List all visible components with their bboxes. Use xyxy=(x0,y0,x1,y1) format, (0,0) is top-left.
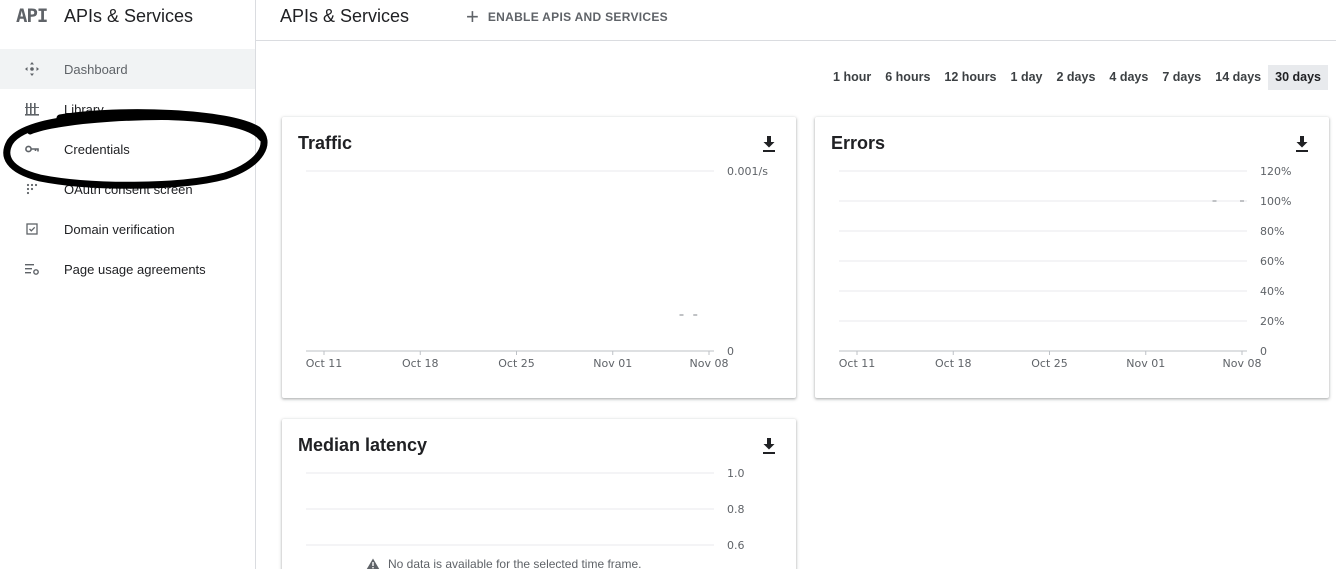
errors-title: Errors xyxy=(831,133,886,153)
latency-title: Median latency xyxy=(298,435,428,455)
api-logo: API xyxy=(16,5,48,27)
sidebar-item-credentials[interactable]: Credentials xyxy=(0,129,255,169)
errors-chart: 120%100%80%60%40%20%0Oct 11 Oct 18 Oct 25 N… xyxy=(839,165,1292,370)
download-icon[interactable] xyxy=(762,135,776,153)
enable-apis-label: ENABLE APIS AND SERVICES xyxy=(487,10,668,24)
y-tick-label: 0.001/s xyxy=(727,165,768,178)
sidebar-item-label: Dashboard xyxy=(64,62,128,77)
sidebar-item-domain-verification[interactable]: Domain verification xyxy=(0,209,255,249)
range-30-days[interactable]: 30 days xyxy=(1268,65,1328,90)
sidebar-item-label: Domain verification xyxy=(64,222,175,237)
page-title: APIs & Services xyxy=(280,6,410,26)
consent-icon xyxy=(26,183,38,195)
brand: API APIs & Services xyxy=(0,0,256,40)
header: APIs & Services + ENABLE APIS AND SERVIC… xyxy=(256,0,1336,41)
y-tick-label: 1.0 xyxy=(727,467,745,480)
sidebar-item-page-usage-agreements[interactable]: Page usage agreements xyxy=(0,249,255,289)
download-icon[interactable] xyxy=(762,437,776,455)
y-tick-label: 80% xyxy=(1260,225,1284,238)
traffic-chart: 0.001/s0Oct 11 Oct 18 Oct 25 Nov 01 Nov 08 xyxy=(306,165,768,370)
sidebar-item-dashboard[interactable]: Dashboard xyxy=(0,49,255,89)
checkbox-icon xyxy=(26,223,38,235)
latency-card: 1.0 0.8 0.6 Median latency No data is avai… xyxy=(282,419,796,569)
x-tick-label: Oct 25 xyxy=(1031,357,1068,370)
library-icon xyxy=(25,103,39,116)
no-data-message: No data is available for the selected ti… xyxy=(366,557,641,569)
y-tick-label: 0.8 xyxy=(727,503,745,516)
range-6-hours[interactable]: 6 hours xyxy=(878,65,937,90)
y-tick-label: 20% xyxy=(1260,315,1284,328)
x-tick-label: Oct 18 xyxy=(402,357,439,370)
x-tick-label: Oct 18 xyxy=(935,357,972,370)
sidebar-item-oauth-consent[interactable]: OAuth consent screen xyxy=(0,169,255,209)
no-data-text: No data is available for the selected ti… xyxy=(388,557,642,569)
x-tick-label: Nov 08 xyxy=(690,357,729,370)
range-4-days[interactable]: 4 days xyxy=(1102,65,1155,90)
x-tick-label: Nov 01 xyxy=(1126,357,1165,370)
errors-card: 120% 100% 80% 60% 40% 20% 0 Oct 11 Oct 18 Oct 25 N… xyxy=(815,117,1329,398)
range-7-days[interactable]: 7 days xyxy=(1155,65,1208,90)
sidebar-nav: Dashboard Library Credentials OAuth cons… xyxy=(0,49,255,289)
y-tick-label: 100% xyxy=(1260,195,1291,208)
product-title: APIs & Services xyxy=(64,6,194,26)
traffic-title: Traffic xyxy=(298,133,353,153)
x-tick-label: Oct 11 xyxy=(306,357,343,370)
y-tick-label: 120% xyxy=(1260,165,1291,178)
key-icon xyxy=(25,145,39,153)
x-tick-label: Nov 08 xyxy=(1223,357,1262,370)
x-tick-label: Oct 11 xyxy=(839,357,876,370)
x-tick-label: Nov 01 xyxy=(593,357,632,370)
range-14-days[interactable]: 14 days xyxy=(1208,65,1268,90)
sidebar-item-label: Library xyxy=(64,102,104,117)
sidebar-item-label: Page usage agreements xyxy=(64,262,206,277)
range-1-hour[interactable]: 1 hour xyxy=(826,65,878,90)
download-icon[interactable] xyxy=(1295,135,1309,153)
sidebar-item-library[interactable]: Library xyxy=(0,89,255,129)
y-tick-label: 40% xyxy=(1260,285,1284,298)
sidebar: API APIs & Services Dashboard Library Cr… xyxy=(0,0,256,569)
x-tick-label: Oct 25 xyxy=(498,357,535,370)
dashboard-icon xyxy=(25,62,39,76)
enable-apis-button[interactable]: + ENABLE APIS AND SERVICES xyxy=(466,4,668,30)
settings-list-icon xyxy=(25,264,39,275)
time-range-selector: 1 hour 6 hours 12 hours 1 day 2 days 4 d… xyxy=(826,65,1328,90)
range-12-hours[interactable]: 12 hours xyxy=(937,65,1003,90)
plus-icon: + xyxy=(466,4,479,29)
y-tick-label: 0.6 xyxy=(727,539,745,552)
range-2-days[interactable]: 2 days xyxy=(1049,65,1102,90)
sidebar-item-label: OAuth consent screen xyxy=(64,182,193,197)
y-tick-label: 60% xyxy=(1260,255,1284,268)
sidebar-item-label: Credentials xyxy=(64,142,130,157)
traffic-card: 0.001/s 0 Oct 11 Oct 18 Oct 25 Nov 01 Nov 08 T… xyxy=(282,117,796,398)
warning-icon xyxy=(366,558,380,569)
range-1-day[interactable]: 1 day xyxy=(1004,65,1050,90)
